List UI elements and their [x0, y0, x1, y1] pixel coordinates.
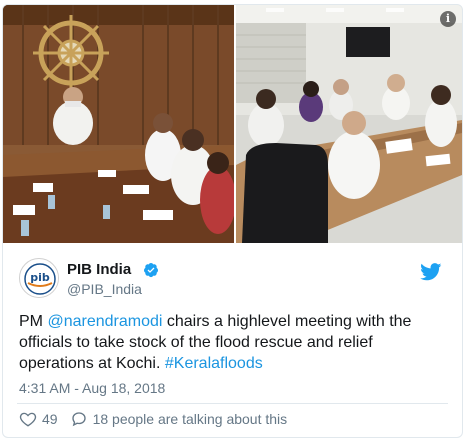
pib-logo-icon: pib: [21, 260, 58, 297]
photo-meeting-right[interactable]: i: [236, 5, 462, 243]
like-button[interactable]: 49: [19, 410, 58, 428]
verified-badge-icon: [144, 263, 158, 278]
tweet-text-prefix: PM: [19, 313, 48, 330]
speech-bubble-icon: [71, 412, 86, 427]
divider: [17, 403, 448, 404]
embedded-tweet: i pib PIB India @PIB_India PM @narendram…: [2, 4, 463, 438]
twitter-bird-icon[interactable]: [420, 263, 442, 281]
tweet-timestamp[interactable]: 4:31 AM - Aug 18, 2018: [19, 380, 165, 396]
info-icon[interactable]: i: [440, 11, 456, 27]
mention-link[interactable]: @narendramodi: [47, 313, 162, 330]
tweet-text: PM @narendramodi chairs a highlevel meet…: [19, 311, 444, 374]
meeting-photo-right-graphic: [236, 5, 462, 243]
meeting-photo-left-graphic: [3, 5, 234, 243]
tweet-actions: 49 18 people are talking about this: [19, 409, 287, 429]
svg-text:pib: pib: [30, 271, 50, 284]
heart-icon: [19, 412, 37, 427]
avatar[interactable]: pib: [19, 258, 59, 298]
author-handle[interactable]: @PIB_India: [67, 281, 142, 297]
conversation-link[interactable]: 18 people are talking about this: [70, 410, 288, 428]
like-count: 49: [42, 411, 58, 427]
conversation-label: 18 people are talking about this: [92, 411, 288, 427]
tweet-media[interactable]: i: [3, 5, 462, 243]
photo-meeting-left[interactable]: [3, 5, 234, 243]
author-name[interactable]: PIB India: [67, 261, 131, 278]
hashtag-link[interactable]: #Keralafloods: [165, 355, 263, 372]
